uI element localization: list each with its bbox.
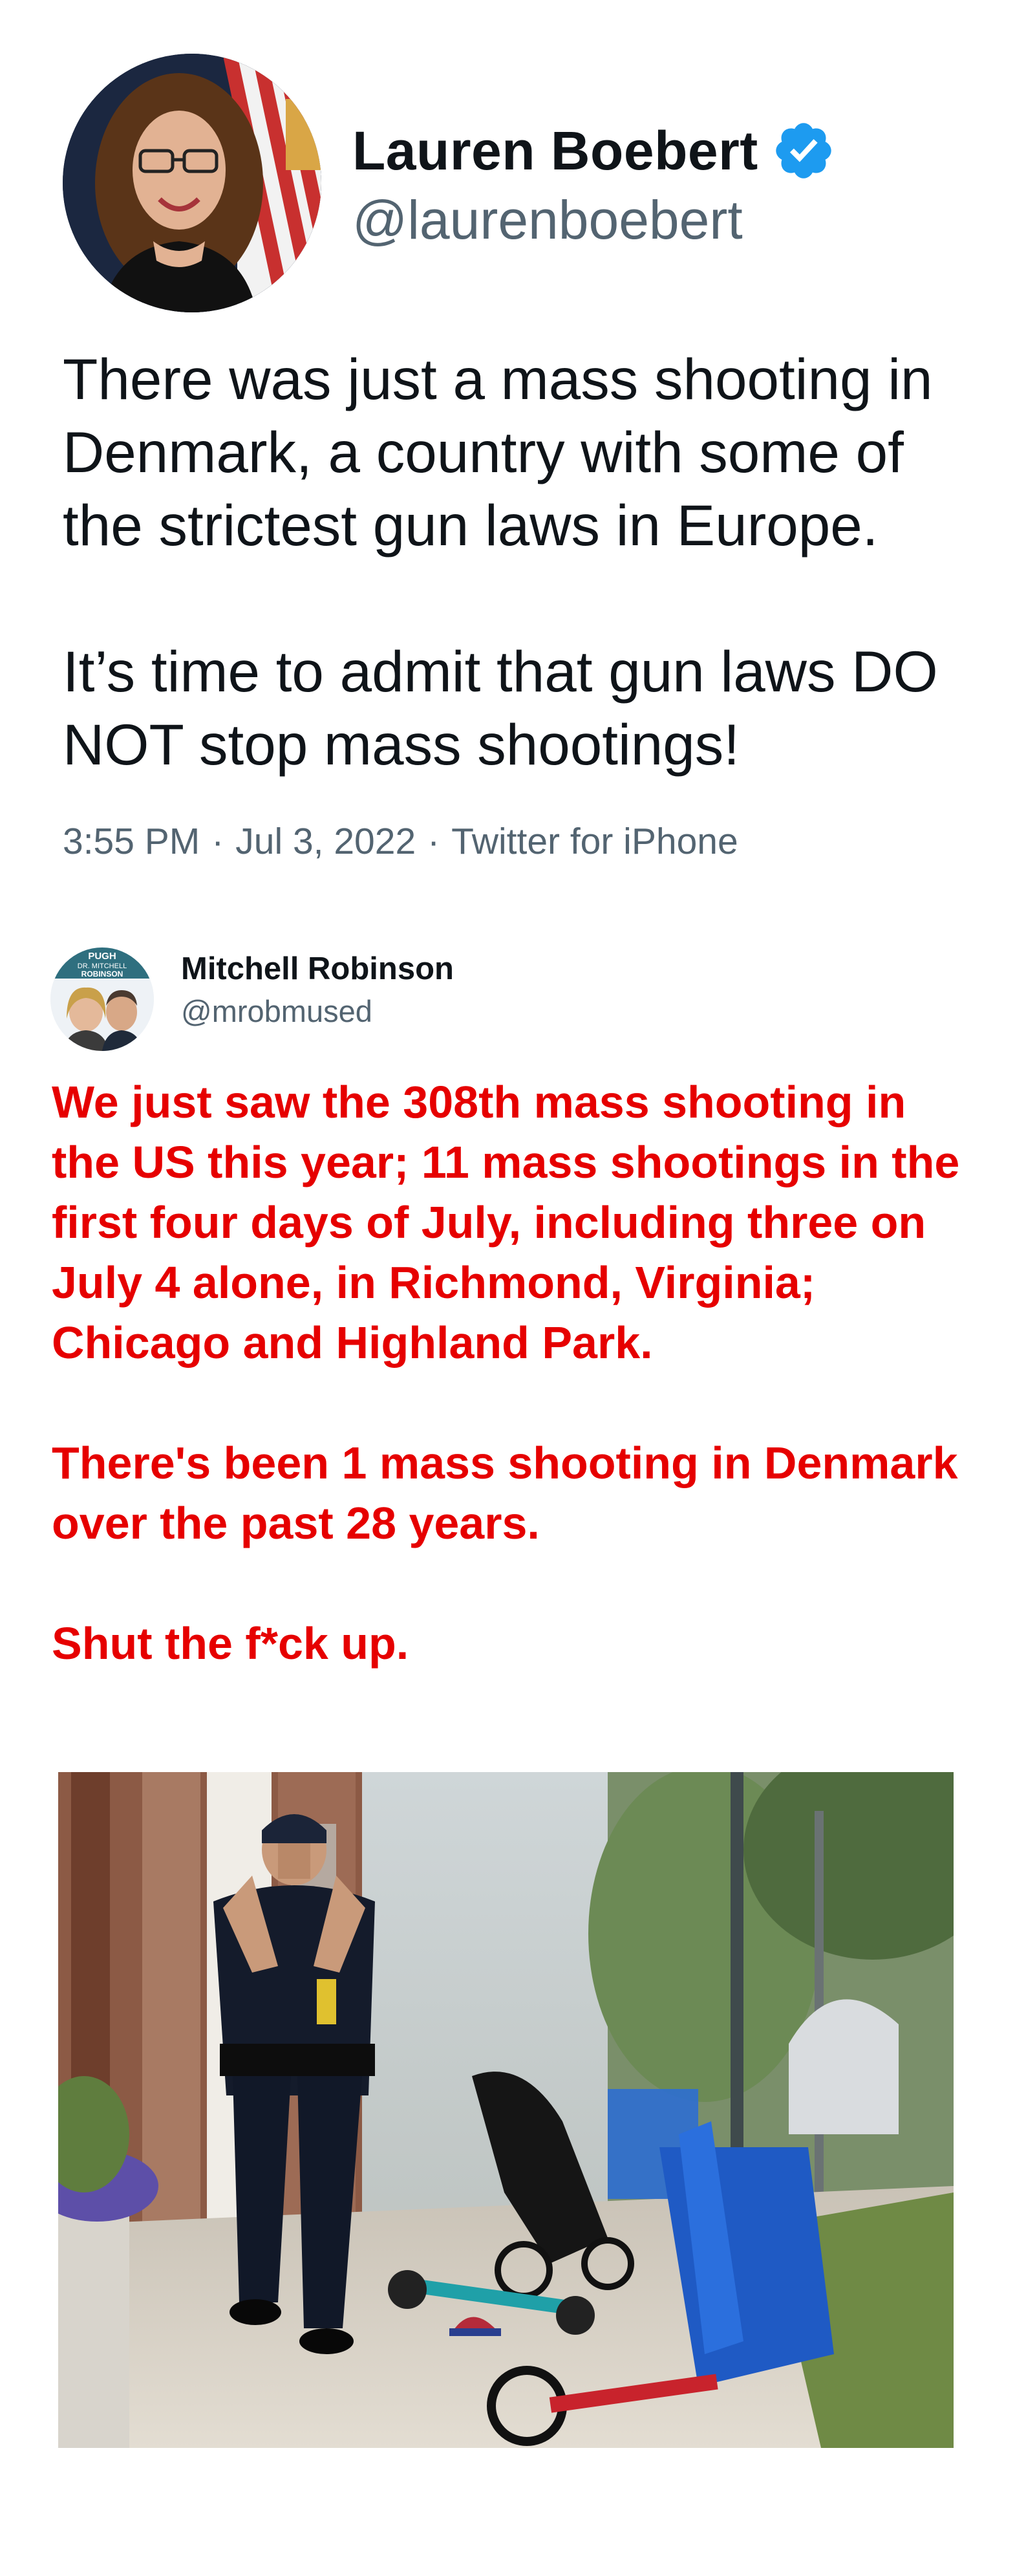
meta-separator: · bbox=[211, 821, 224, 862]
tweet-time[interactable]: 3:55 PM bbox=[63, 820, 200, 863]
tweet-text-paragraph: It’s time to admit that gun laws DO NOT … bbox=[63, 639, 938, 777]
avatar-text: PUGH bbox=[88, 951, 116, 962]
author-name-row: Lauren Boebert bbox=[352, 115, 836, 186]
reply-text-paragraph: Shut the f*ck up. bbox=[52, 1618, 409, 1669]
attached-photo[interactable] bbox=[58, 1772, 954, 2448]
author-handle[interactable]: @laurenboebert bbox=[352, 189, 743, 252]
tweet-text-paragraph: There was just a mass shooting in Denmar… bbox=[63, 347, 933, 557]
avatar-text: ROBINSON bbox=[81, 969, 123, 979]
tweet-text: There was just a mass shooting in Denmar… bbox=[63, 343, 981, 781]
main-tweet: Lauren Boebert @laurenboebert There was … bbox=[0, 0, 1015, 886]
tweet-meta: 3:55 PM · Jul 3, 2022 · Twitter for iPho… bbox=[63, 820, 738, 863]
tweet-date[interactable]: Jul 3, 2022 bbox=[235, 820, 416, 863]
verified-badge-icon bbox=[776, 123, 831, 179]
tweet-source[interactable]: Twitter for iPhone bbox=[451, 820, 738, 863]
meta-separator: · bbox=[427, 821, 440, 862]
reply-text: We just saw the 308th mass shooting in t… bbox=[52, 1072, 983, 1674]
reply-text-paragraph: There's been 1 mass shooting in Denmark … bbox=[52, 1438, 958, 1548]
author-avatar[interactable] bbox=[63, 54, 321, 312]
reply-handle[interactable]: @mrobmused bbox=[181, 993, 372, 1029]
author-display-name[interactable]: Lauren Boebert bbox=[352, 120, 758, 182]
reply-display-name[interactable]: Mitchell Robinson bbox=[181, 951, 454, 987]
reply-author-avatar[interactable]: PUGH DR. MITCHELL ROBINSON bbox=[50, 947, 154, 1051]
reply-text-paragraph: We just saw the 308th mass shooting in t… bbox=[52, 1077, 960, 1368]
